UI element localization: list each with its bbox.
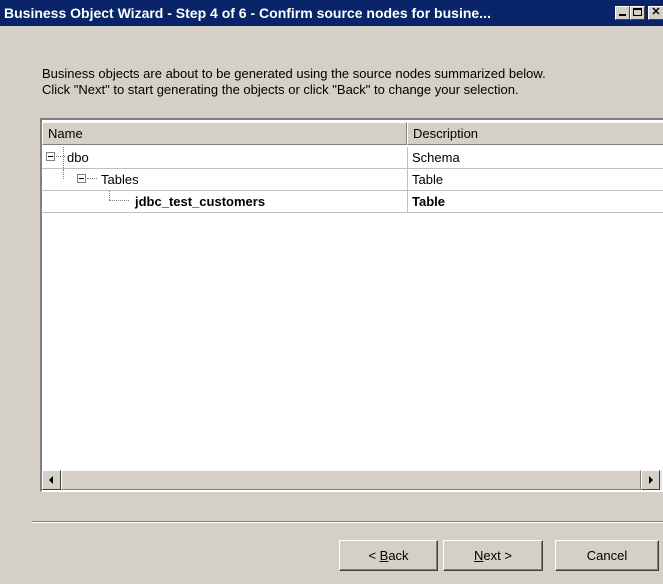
separator-line [32,521,663,523]
cancel-button[interactable]: Cancel [555,540,659,571]
collapse-icon[interactable] [46,152,55,161]
scrollbar-thumb[interactable] [61,470,641,490]
tree-row-dbo[interactable]: dbo Schema [42,147,663,169]
instruction-line-1: Business objects are about to be generat… [42,66,546,81]
instruction-line-2: Click "Next" to start generating the obj… [42,82,519,97]
arrow-right-icon [649,476,653,484]
maximize-icon [633,8,642,16]
minimize-button[interactable] [615,6,630,20]
column-header-name[interactable]: Name [42,122,407,145]
tree-item-description: Schema [412,150,460,165]
source-nodes-list[interactable]: Name Description dbo Schema Tables Table… [40,118,663,492]
tree-item-description: Table [412,172,444,187]
column-header-description[interactable]: Description [407,122,663,145]
tree-item-label: Tables [101,172,139,187]
tree-connector [109,200,129,202]
tree-item-label: dbo [67,150,89,165]
tree-row-tables[interactable]: Tables Table [42,169,663,191]
tree-item-description: Table [412,194,445,209]
close-icon: ✕ [651,6,661,18]
tree-connector [63,147,65,168]
minimize-icon [619,14,626,16]
arrow-left-icon [49,476,53,484]
tree-connector [109,191,111,200]
tree-connector [63,169,65,179]
back-button[interactable]: < Back [339,540,438,571]
next-button[interactable]: Next > [443,540,543,571]
scroll-left-button[interactable] [42,470,61,490]
instructions: Business objects are about to be generat… [42,66,546,98]
tree-row-jdbc-test-customers[interactable]: jdbc_test_customers Table [42,191,663,213]
collapse-icon[interactable] [77,174,86,183]
close-button[interactable]: ✕ [648,6,663,20]
tree-connector [87,178,97,180]
window-title: Business Object Wizard - Step 4 of 6 - C… [4,5,491,21]
scroll-right-button[interactable] [641,470,660,490]
horizontal-scrollbar[interactable] [42,470,662,490]
maximize-button[interactable] [630,6,645,20]
tree-item-label: jdbc_test_customers [135,194,266,209]
title-bar[interactable]: Business Object Wizard - Step 4 of 6 - C… [0,0,663,26]
